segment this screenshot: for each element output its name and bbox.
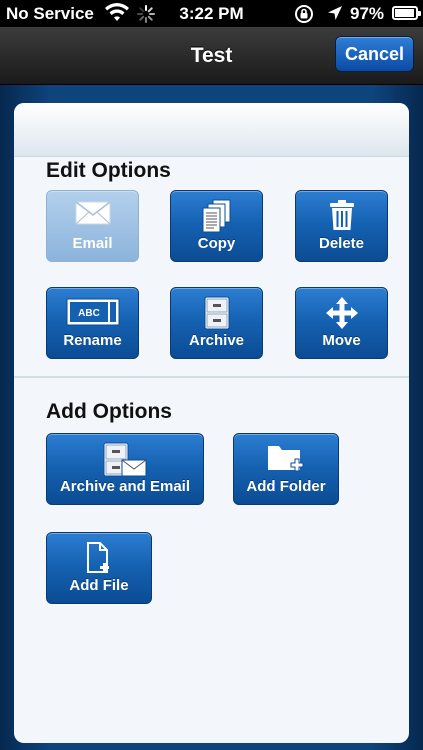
rotation-lock-icon [294, 4, 314, 29]
rename-icon: ABC [66, 296, 120, 333]
move-arrows-icon [325, 296, 359, 335]
cancel-button[interactable]: Cancel [335, 36, 414, 72]
copy-icon [202, 199, 232, 238]
move-button-label: Move [322, 332, 361, 349]
add-file-button-label: Add File [69, 577, 129, 594]
email-button-label: Email [72, 235, 113, 252]
rename-icon-text: ABC [78, 308, 100, 319]
archive-button-label: Archive [188, 332, 245, 349]
envelope-icon [75, 199, 111, 232]
delete-button[interactable]: Delete [295, 190, 388, 262]
navigation-bar: Test Cancel [0, 27, 423, 85]
file-cabinet-icon [204, 296, 230, 335]
section-divider [14, 376, 409, 378]
copy-button-label: Copy [197, 235, 236, 252]
battery-percent: 97% [350, 4, 385, 23]
add-folder-button[interactable]: Add Folder [233, 433, 339, 505]
options-panel: Edit Options Email Copy Delete ABC Renam… [14, 103, 409, 743]
add-file-button[interactable]: Add File [46, 532, 152, 604]
delete-button-label: Delete [318, 235, 365, 252]
rename-button-label: Rename [63, 332, 122, 349]
add-folder-icon [266, 442, 306, 479]
archive-and-email-button-label: Archive and Email [59, 478, 191, 495]
status-bar: No Service 3:22 PM 97% [0, 0, 423, 27]
add-folder-button-label: Add Folder [246, 478, 326, 495]
battery-icon [392, 6, 421, 20]
trash-icon [329, 199, 355, 236]
edit-options-heading: Edit Options [46, 159, 171, 182]
archive-email-icon [103, 442, 147, 483]
archive-button[interactable]: Archive [170, 287, 263, 359]
email-button[interactable]: Email [46, 190, 139, 262]
rename-button[interactable]: ABC Rename [46, 287, 139, 359]
add-options-heading: Add Options [46, 400, 172, 423]
add-file-icon [85, 541, 113, 580]
copy-button[interactable]: Copy [170, 190, 263, 262]
move-button[interactable]: Move [295, 287, 388, 359]
archive-and-email-button[interactable]: Archive and Email [46, 433, 204, 505]
panel-header [14, 103, 409, 157]
location-arrow-icon [326, 4, 344, 27]
